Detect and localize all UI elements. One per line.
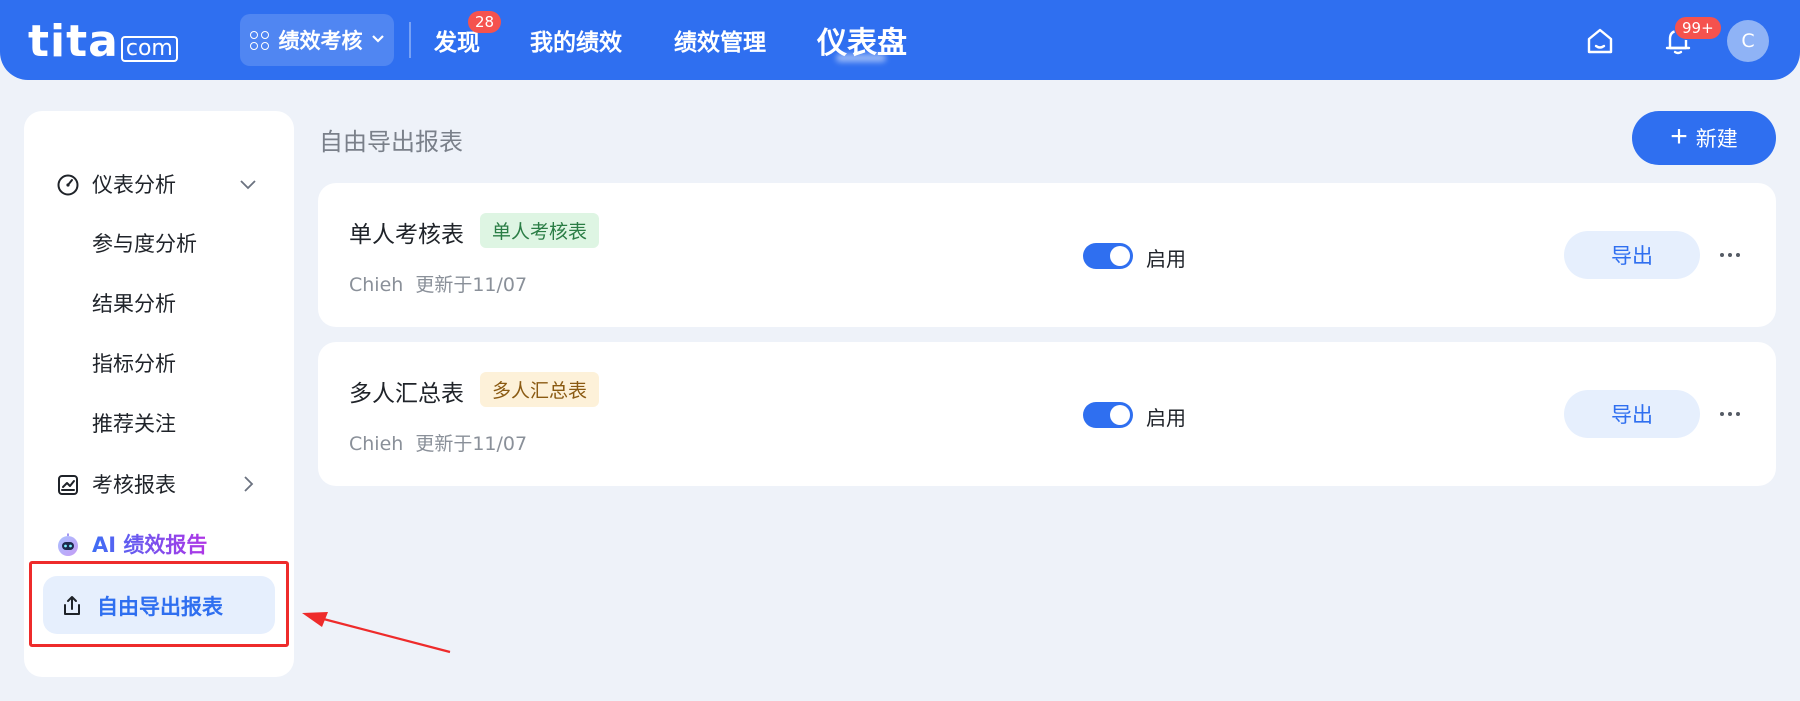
nav-performance-management[interactable]: 绩效管理 [674, 0, 766, 80]
sidebar-item-assessment-reports[interactable]: 考核报表 [24, 464, 294, 504]
enable-toggle-label: 启用 [1146, 247, 1186, 271]
report-updated: 更新于11/07 [415, 433, 528, 455]
logo-text: tita [28, 16, 119, 67]
export-button[interactable]: 导出 [1564, 231, 1700, 279]
nav-performance-management-label: 绩效管理 [674, 30, 766, 56]
tita-logo[interactable]: tita com [28, 16, 178, 64]
report-card[interactable]: 多人汇总表 多人汇总表 Chieh 更新于11/07 启用 导出 [318, 342, 1776, 486]
report-title: 单人考核表 [349, 222, 464, 248]
nav-discover[interactable]: 发现 28 [434, 0, 502, 80]
sidebar-item-metric-analysis[interactable]: 指标分析 [92, 344, 176, 384]
sidebar-item-label: AI 绩效报告 [92, 529, 207, 559]
plus-icon: + [1670, 120, 1688, 153]
nav-my-performance-label: 我的绩效 [530, 30, 622, 56]
report-card[interactable]: 单人考核表 单人考核表 Chieh 更新于11/07 启用 导出 [318, 183, 1776, 327]
enable-toggle[interactable] [1083, 243, 1133, 269]
gauge-icon [57, 174, 79, 196]
top-bar: tita com 绩效考核 发现 28 我的绩效 绩效管理 仪表盘 99+ C [0, 0, 1800, 80]
apps-grid-icon [249, 30, 269, 50]
export-button[interactable]: 导出 [1564, 390, 1700, 438]
sidebar-item-result-analysis[interactable]: 结果分析 [92, 284, 176, 324]
more-icon[interactable] [1720, 404, 1746, 424]
page-title: 自由导出报表 [319, 128, 463, 156]
sidebar-item-engagement-analysis[interactable]: 参与度分析 [92, 224, 197, 264]
report-meta: Chieh 更新于11/07 [349, 429, 527, 456]
report-author: Chieh [349, 274, 404, 296]
app-switcher-label: 绩效考核 [278, 29, 363, 53]
enable-toggle[interactable] [1083, 402, 1133, 428]
report-title: 多人汇总表 [349, 381, 464, 407]
annotation-arrow-icon [302, 612, 451, 654]
more-icon[interactable] [1720, 245, 1746, 265]
report-meta: Chieh 更新于11/07 [349, 270, 527, 297]
active-nav-indicator [836, 54, 886, 62]
enable-toggle-label: 启用 [1146, 406, 1186, 430]
report-updated: 更新于11/07 [415, 274, 528, 296]
report-type-tag: 单人考核表 [480, 213, 600, 248]
sidebar-item-dashboard-analysis[interactable]: 仪表分析 [24, 164, 294, 204]
discover-badge: 28 [468, 11, 502, 33]
sidebar-item-label: 考核报表 [92, 473, 176, 497]
sidebar-item-label: 仪表分析 [92, 173, 176, 197]
report-type-tag: 多人汇总表 [480, 372, 600, 407]
report-author: Chieh [349, 433, 404, 455]
nav-dashboard[interactable]: 仪表盘 [817, 0, 907, 80]
logo-domain: com [120, 36, 178, 62]
annotation-highlight-box [29, 561, 289, 647]
notification-badge: 99+ [1674, 16, 1722, 40]
chevron-down-icon [240, 180, 256, 190]
chevron-down-icon [371, 32, 385, 48]
app-switcher[interactable]: 绩效考核 [240, 14, 394, 66]
chart-board-icon [58, 475, 78, 495]
home-icon[interactable] [1585, 26, 1615, 56]
chevron-right-icon [244, 476, 254, 492]
nav-divider [409, 22, 411, 58]
sidebar-item-ai-report[interactable]: AI 绩效报告 [24, 524, 294, 564]
new-button-label: 新建 [1695, 128, 1738, 151]
avatar[interactable]: C [1727, 20, 1769, 62]
nav-my-performance[interactable]: 我的绩效 [530, 0, 622, 80]
ai-robot-icon [58, 533, 78, 556]
new-report-button[interactable]: + 新建 [1632, 111, 1776, 165]
sidebar-item-recommended[interactable]: 推荐关注 [92, 404, 176, 444]
